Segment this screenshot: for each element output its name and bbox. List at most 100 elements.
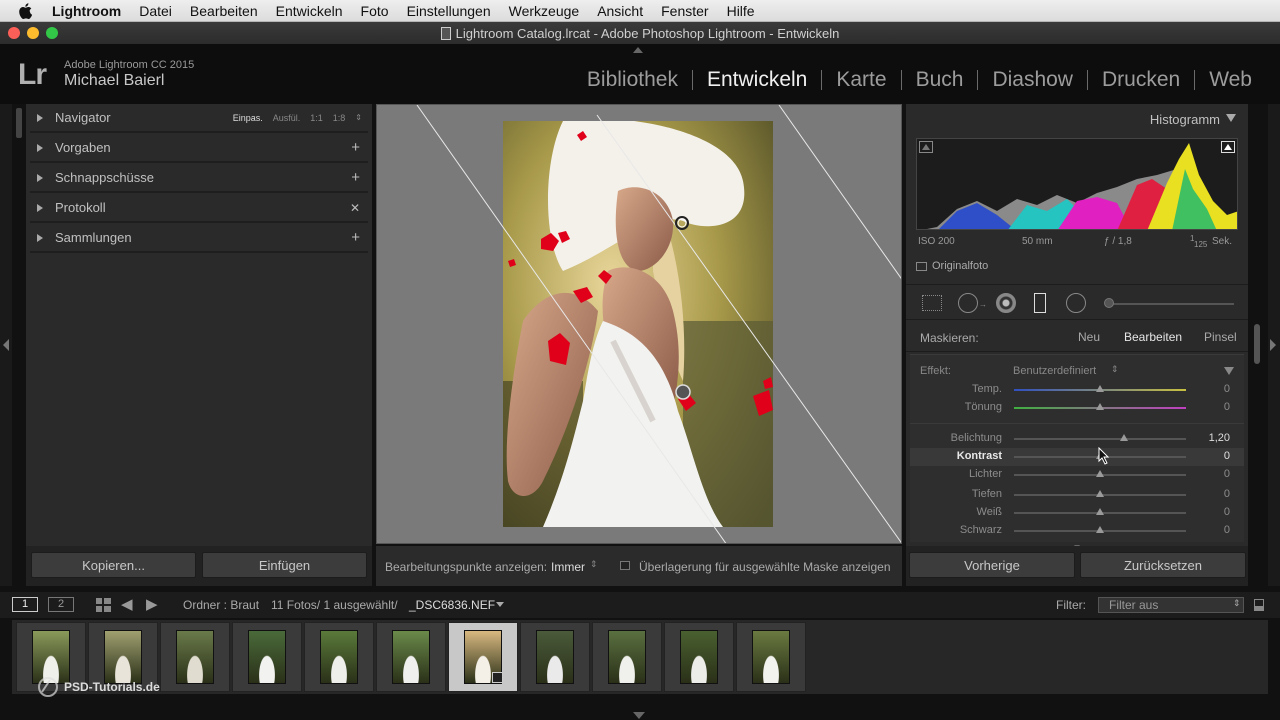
slider-thumb[interactable] [1096,403,1104,410]
crop-tool-icon[interactable] [922,295,942,311]
slider-temp[interactable]: Temp. 0 [910,381,1244,399]
zoom-1-8[interactable]: 1:8 [333,113,346,123]
forward-arrow-icon[interactable]: ▶ [146,595,158,613]
brush-slider-track[interactable] [1106,303,1234,305]
filter-select[interactable]: Filter aus [1098,597,1244,613]
spot-removal-tool-icon[interactable] [958,293,978,313]
filmstrip-thumbnail[interactable] [664,622,734,692]
effect-stepper-icon[interactable]: ⇕ [1111,364,1119,375]
apple-icon[interactable] [18,2,36,19]
section-sammlungen[interactable]: Sammlungen + [30,224,368,253]
slider-thumb[interactable] [1096,385,1104,392]
filter-line-start[interactable] [416,105,727,544]
image-canvas[interactable] [376,104,902,544]
menu-datei[interactable]: Datei [139,3,172,19]
menu-ansicht[interactable]: Ansicht [597,3,643,19]
filmstrip-thumbnail[interactable] [376,622,446,692]
slider-value[interactable]: 0 [1224,468,1230,480]
collapse-triangle-icon[interactable] [1226,114,1236,122]
zoom-1-1[interactable]: 1:1 [310,113,323,123]
module-bibliothek[interactable]: Bibliothek [573,68,692,92]
graduated-filter-overlay[interactable] [377,105,902,544]
back-arrow-icon[interactable]: ◀ [121,595,133,613]
radial-filter-tool-icon[interactable] [1066,293,1086,313]
histogram[interactable] [916,138,1238,230]
slider-shadows[interactable]: Tiefen 0 [910,486,1244,504]
effect-collapse-icon[interactable] [1224,367,1234,375]
menu-einstellungen[interactable]: Einstellungen [407,3,491,19]
filter-line-end[interactable] [778,105,902,281]
grid-view-icon[interactable] [96,598,111,612]
menu-hilfe[interactable]: Hilfe [727,3,755,19]
red-eye-tool-icon[interactable] [996,293,1016,313]
slider-track[interactable] [1014,438,1186,440]
slider-value[interactable]: 0 [1224,401,1230,413]
add-collection-icon[interactable]: + [351,229,360,246]
menu-lightroom[interactable]: Lightroom [52,3,121,19]
close-window-button[interactable] [8,27,20,39]
menu-entwickeln[interactable]: Entwickeln [276,3,343,19]
section-vorgaben[interactable]: Vorgaben + [30,134,368,163]
section-schnappschuesse[interactable]: Schnappschüsse + [30,164,368,193]
module-diashow[interactable]: Diashow [978,68,1087,92]
filmstrip-thumbnail[interactable] [160,622,230,692]
filmstrip-thumbnail[interactable] [736,622,806,692]
module-karte[interactable]: Karte [822,68,900,92]
slider-value[interactable]: 0 [1224,524,1230,536]
menu-fenster[interactable]: Fenster [661,3,708,19]
slider-exposure[interactable]: Belichtung 1,20 [910,430,1244,448]
mask-new-button[interactable]: Neu [1078,330,1100,344]
slider-highlights[interactable]: Lichter 0 [910,466,1244,484]
current-filename[interactable]: _DSC6836.NEF [409,598,495,612]
collapse-right-panel-icon[interactable] [1270,339,1276,351]
navigator-header[interactable]: Navigator Einpas. Ausfül. 1:1 1:8 ⇕ [30,104,368,133]
slider-value[interactable]: 0 [1224,506,1230,518]
filmstrip-thumbnail[interactable] [448,622,518,692]
menu-werkzeuge[interactable]: Werkzeuge [509,3,580,19]
slider-thumb[interactable] [1096,508,1104,515]
select-stepper-icon[interactable]: ⇕ [590,559,598,570]
module-web[interactable]: Web [1195,68,1266,92]
left-panel-scroll-grip[interactable] [16,108,22,138]
collapse-top-panel-icon[interactable] [633,47,643,53]
slider-thumb[interactable] [1096,470,1104,477]
filter-lock-icon[interactable] [1254,599,1264,611]
clear-history-icon[interactable]: ✕ [350,201,360,215]
original-photo-toggle[interactable]: Originalfoto [916,260,988,272]
filmstrip-thumbnail[interactable] [592,622,662,692]
section-protokoll[interactable]: Protokoll ✕ [30,194,368,223]
folder-source[interactable]: Ordner : Braut [183,598,259,612]
filter-line-center[interactable] [596,114,902,544]
slider-thumb[interactable] [1096,526,1104,533]
menu-foto[interactable]: Foto [361,3,389,19]
slider-thumb[interactable] [1096,490,1104,497]
slider-tint[interactable]: Tönung 0 [910,399,1244,417]
add-preset-icon[interactable]: + [351,139,360,156]
effect-preset-select[interactable]: Benutzerdefiniert [1013,365,1096,377]
zoom-fit[interactable]: Einpas. [233,113,263,123]
menu-bearbeiten[interactable]: Bearbeiten [190,3,258,19]
copy-settings-button[interactable]: Kopieren... [31,552,196,578]
slider-thumb[interactable] [1120,434,1129,441]
graduated-filter-tool-icon[interactable] [1034,293,1046,313]
brush-slider-thumb[interactable] [1104,298,1114,308]
previous-button[interactable]: Vorherige [909,552,1075,578]
slider-value[interactable]: 1,20 [1209,432,1230,444]
original-photo-checkbox[interactable] [916,261,927,271]
filmstrip-thumbnail[interactable] [304,622,374,692]
slider-contrast[interactable]: Kontrast 0 [910,448,1244,466]
collapse-filmstrip-icon[interactable] [633,712,645,719]
module-drucken[interactable]: Drucken [1088,68,1194,92]
paste-settings-button[interactable]: Einfügen [202,552,367,578]
module-buch[interactable]: Buch [902,68,978,92]
filter-stepper-icon[interactable]: ⇕ [1233,598,1241,609]
mask-brush-button[interactable]: Pinsel [1204,330,1237,344]
right-panel-scrollbar[interactable] [1254,324,1260,364]
filmstrip-thumbnail[interactable] [520,622,590,692]
slider-value[interactable]: 0 [1224,383,1230,395]
slider-value[interactable]: 0 [1224,450,1230,462]
collapse-left-panel-icon[interactable] [3,339,9,351]
edit-points-select[interactable]: Immer [551,560,585,574]
zoom-stepper-icon[interactable]: ⇕ [355,113,362,122]
histogram-header[interactable]: Histogramm [906,104,1248,132]
